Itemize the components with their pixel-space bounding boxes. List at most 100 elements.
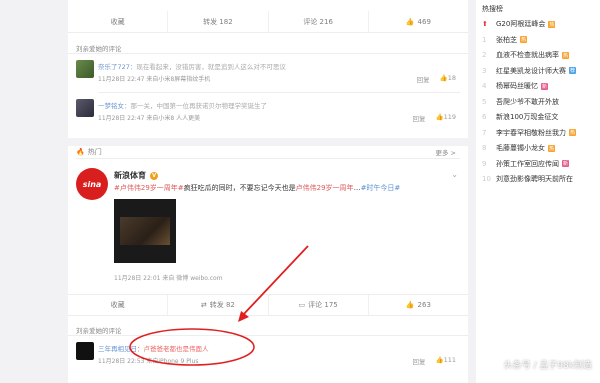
comment-user[interactable]: 奈乐了727 bbox=[98, 63, 130, 71]
comment-like-count: 18 bbox=[447, 74, 456, 82]
post-video-thumbnail[interactable] bbox=[114, 199, 176, 263]
hot-search-text[interactable]: 新浪100万现金征文 bbox=[496, 112, 558, 122]
hot-badge-icon: 荐 bbox=[569, 67, 576, 74]
comment-item: 一梦铭女：那一关，中国第一位再获诺贝尔物理学奖诞生了 11月28日 22:47 … bbox=[76, 99, 460, 125]
comment-item: 奈乐了727：现在看起来，没错厉害，就是追到人这么对不可思议 11月28日 22… bbox=[76, 60, 460, 86]
comment-like-button[interactable]: 👍119 bbox=[435, 113, 456, 123]
comment-icon: ▭ bbox=[298, 301, 306, 309]
hot-search-text[interactable]: 李宇春罕相敬粉丝我力 bbox=[496, 128, 566, 138]
post-action-bar: 收藏 ⇄ 转发 82 ▭ 评论 175 👍 263 bbox=[68, 294, 468, 316]
comment-text: ：卢爸爸老都也是伟面人 bbox=[137, 345, 209, 353]
favorite-button[interactable]: 收藏 bbox=[68, 11, 169, 32]
favorite-button[interactable]: 收藏 bbox=[68, 295, 169, 315]
comment-user[interactable]: 一梦铭女 bbox=[98, 102, 124, 110]
like-button[interactable]: 👍 469 bbox=[369, 11, 468, 32]
divider bbox=[68, 335, 468, 336]
rank-number: 2 bbox=[482, 51, 487, 59]
hashtag-link[interactable]: #时午今日# bbox=[361, 184, 401, 192]
hot-search-item[interactable]: 10 刘意劲影像聘明天前所在 bbox=[482, 174, 598, 184]
watermark: 头条号 / 孟子98k制造 bbox=[503, 361, 592, 371]
thumb-up-icon: 👍 bbox=[405, 17, 415, 26]
hot-search-item[interactable]: 3 红星美凯龙设计师大赛荐 bbox=[482, 66, 598, 76]
avatar[interactable] bbox=[76, 342, 94, 360]
hot-search-text[interactable]: 毛藤蔓镯小龙女 bbox=[496, 143, 545, 153]
hot-search-text[interactable]: 吾爬少爷不敢开外放 bbox=[496, 97, 559, 107]
rank-number: 4 bbox=[482, 82, 487, 90]
rank-number: 7 bbox=[482, 128, 487, 137]
hot-label: 🔥 热门 bbox=[76, 148, 102, 156]
post-text: #卢伟伟29岁一周年#疯狂吃瓜的同时，不要忘记今天也是卢伟伟29岁一周年…#时午… bbox=[114, 184, 401, 192]
comment-text: ：现在看起来，没错厉害，就是追到人这么对不可思议 bbox=[129, 63, 286, 71]
avatar[interactable] bbox=[76, 60, 94, 78]
section-gap bbox=[68, 138, 468, 146]
hot-badge-icon: 热 bbox=[520, 36, 527, 43]
comment-button[interactable]: 评论 216 bbox=[269, 11, 369, 32]
comment-meta: 11月28日 22:47 来自小米8屏幕指纹手机 bbox=[98, 76, 211, 83]
hot-search-text[interactable]: G20阿根廷峰会 bbox=[496, 19, 545, 29]
hot-search-item[interactable]: ⬆ G20阿根廷峰会热 bbox=[482, 19, 598, 29]
rank-number: 9 bbox=[482, 159, 487, 168]
post-author[interactable]: 新浪体育 bbox=[114, 170, 146, 181]
divider bbox=[76, 158, 460, 159]
like-button[interactable]: 👍 263 bbox=[369, 295, 468, 315]
hashtag-link[interactable]: 卢伟伟29岁一周年 bbox=[296, 184, 354, 192]
hot-search-text[interactable]: 红星美凯龙设计师大赛 bbox=[496, 66, 566, 76]
hot-search-item[interactable]: 5 吾爬少爷不敢开外放 bbox=[482, 97, 598, 107]
thumb-up-icon: 👍 bbox=[435, 113, 444, 121]
hot-badge-icon: 热 bbox=[548, 20, 556, 28]
hot-search-item[interactable]: 2 血液不检查就出病率热 bbox=[482, 50, 598, 60]
verified-badge-icon: V bbox=[150, 171, 158, 180]
hot-search-text[interactable]: 杨幂码丝暖忆 bbox=[496, 81, 538, 91]
rank-number: 3 bbox=[482, 66, 487, 75]
hot-search-item[interactable]: 1 张柏芝热 bbox=[482, 35, 598, 45]
flame-icon: 🔥 bbox=[76, 148, 85, 156]
comment-user[interactable]: 三年再相见日 bbox=[98, 345, 137, 353]
reply-link[interactable]: 回复 bbox=[412, 113, 425, 123]
repost-icon: ⇄ bbox=[200, 301, 207, 309]
comments-header: 刘亲爱她的评论 bbox=[76, 45, 122, 53]
sidebar-title: 热搜榜 bbox=[482, 5, 503, 13]
divider bbox=[98, 92, 460, 93]
hot-search-item[interactable]: 6 新浪100万现金征文 bbox=[482, 112, 598, 122]
hot-search-item[interactable]: 9 孙策工作室回应传闻新 bbox=[482, 159, 598, 169]
rank-number: 1 bbox=[482, 35, 487, 44]
hot-badge-icon: 热 bbox=[569, 129, 576, 136]
hot-badge-icon: 新 bbox=[562, 160, 569, 167]
hot-search-sidebar: 热搜榜 ⬆ G20阿根廷峰会热 1 张柏芝热 2 血液不检查就出病率热 3 红星美凯龙设计师大… bbox=[476, 0, 600, 383]
hot-search-item[interactable]: 7 李宇春罕相敬粉丝我力热 bbox=[482, 128, 598, 138]
post-meta: 11月28日 22:01 来自 微博 weibo.com bbox=[114, 275, 223, 282]
thumb-up-icon: 👍 bbox=[435, 356, 444, 364]
rank-number: 8 bbox=[482, 144, 487, 152]
hashtag-link[interactable]: #卢伟伟29岁一周年# bbox=[114, 184, 184, 192]
chevron-down-icon[interactable]: ⌄ bbox=[451, 170, 458, 179]
hot-search-item[interactable]: 4 杨幂码丝暖忆新 bbox=[482, 81, 598, 91]
comment-button[interactable]: ▭ 评论 175 bbox=[269, 295, 369, 315]
reply-link[interactable]: 回复 bbox=[412, 356, 425, 366]
comment-item: 三年再相见日：卢爸爸老都也是伟面人 11月28日 22:53 来自iPhone … bbox=[76, 342, 460, 368]
more-link[interactable]: 更多 > bbox=[435, 147, 456, 157]
hot-search-item[interactable]: 8 毛藤蔓镯小龙女热 bbox=[482, 143, 598, 153]
comment-like-count: 111 bbox=[443, 356, 456, 364]
repost-button[interactable]: 转发 182 bbox=[168, 11, 269, 32]
thumb-up-icon: 👍 bbox=[439, 74, 448, 82]
hot-badge-icon: 热 bbox=[562, 51, 569, 59]
comment-meta: 11月28日 22:53 来自iPhone 9 Plus bbox=[98, 358, 199, 365]
sina-sports-avatar[interactable]: sina bbox=[76, 168, 108, 200]
comment-like-button[interactable]: 👍111 bbox=[435, 356, 456, 366]
hot-search-text[interactable]: 刘意劲影像聘明天前所在 bbox=[496, 174, 573, 184]
comment-text: ：那一关，中国第一位再获诺贝尔物理学奖诞生了 bbox=[124, 102, 267, 110]
hot-badge-icon: 新 bbox=[541, 82, 548, 90]
comments-header: 刘亲爱她的评论 bbox=[76, 327, 122, 335]
reply-link[interactable]: 回复 bbox=[417, 74, 430, 84]
post-action-bar-top: 收藏 转发 182 评论 216 👍 469 bbox=[68, 11, 468, 33]
hot-search-text[interactable]: 血液不检查就出病率 bbox=[496, 50, 559, 60]
repost-button[interactable]: ⇄ 转发 82 bbox=[168, 295, 269, 315]
divider bbox=[68, 53, 468, 54]
hot-search-text[interactable]: 张柏芝 bbox=[496, 35, 517, 45]
comment-meta: 11月28日 22:47 来自小米8 人人更美 bbox=[98, 115, 201, 122]
avatar[interactable] bbox=[76, 99, 94, 117]
comment-like-button[interactable]: 👍18 bbox=[440, 74, 456, 84]
hot-search-text[interactable]: 孙策工作室回应传闻 bbox=[496, 159, 559, 169]
thumb-up-icon: 👍 bbox=[405, 301, 415, 309]
rank-number: 10 bbox=[482, 175, 491, 183]
